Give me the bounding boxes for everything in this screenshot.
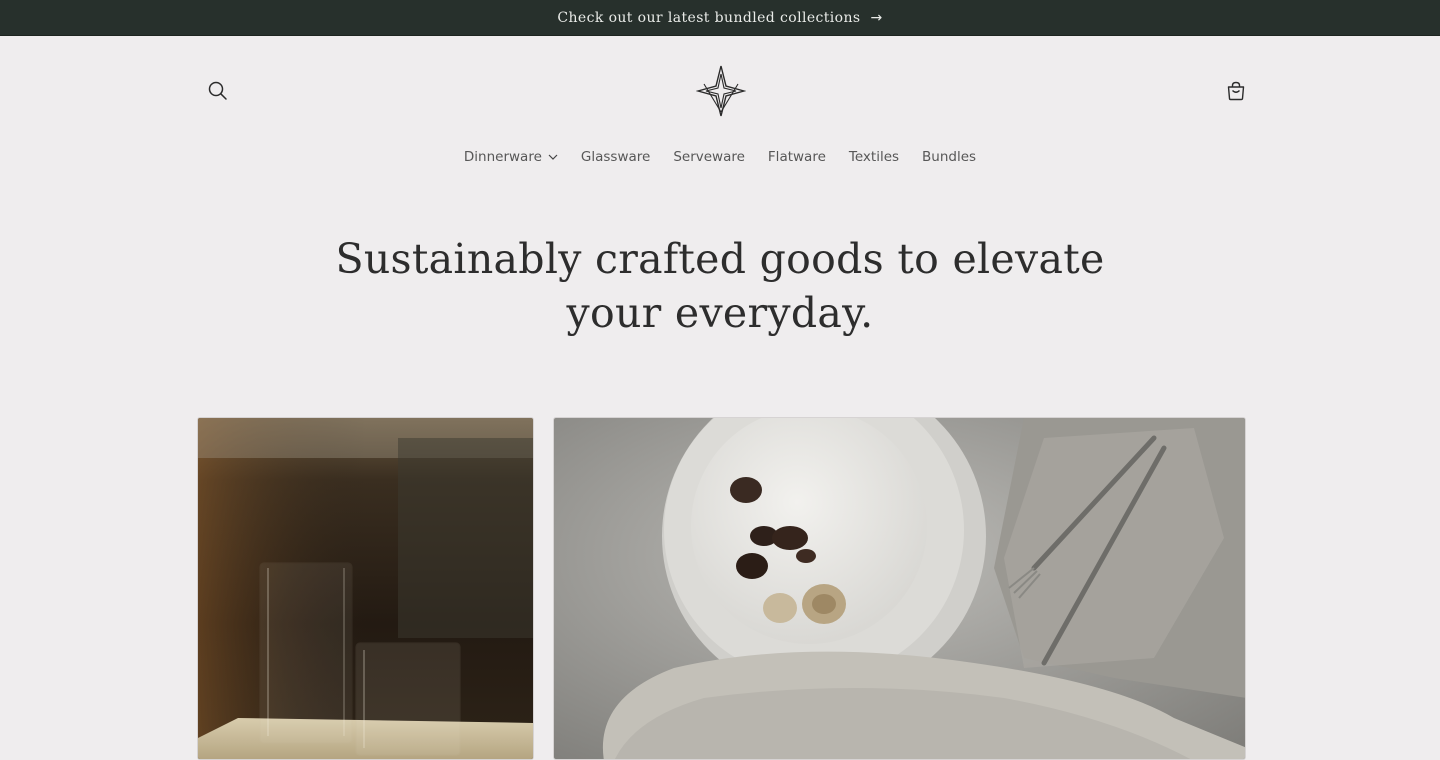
star-logo-icon	[696, 65, 746, 117]
announcement-text: Check out our latest bundled collections	[557, 9, 861, 26]
nav-item-label: Textiles	[848, 149, 900, 165]
chevron-down-icon	[548, 154, 558, 160]
hero-line-2: your everyday.	[566, 289, 874, 337]
nav-item-dinnerware[interactable]: Dinnerware	[452, 149, 569, 165]
search-button[interactable]	[203, 76, 233, 106]
nav-item-label: Dinnerware	[463, 149, 542, 165]
plate-with-mushrooms-photo	[554, 418, 1245, 759]
nav-item-flatware[interactable]: Flatware	[756, 149, 837, 165]
glassware-image[interactable]	[197, 417, 534, 760]
nav-item-textiles[interactable]: Textiles	[837, 149, 910, 165]
main-navigation: Dinnerware Glassware Serveware Flatware …	[0, 144, 1440, 170]
cart-button[interactable]	[1221, 76, 1251, 106]
announcement-bar: Check out our latest bundled collections…	[0, 0, 1440, 36]
nav-item-label: Glassware	[580, 149, 651, 165]
plate-image[interactable]	[553, 417, 1246, 760]
nav-item-bundles[interactable]: Bundles	[911, 149, 988, 165]
hero-heading: Sustainably crafted goods to elevate you…	[270, 232, 1170, 340]
arrow-right-icon: →	[870, 9, 883, 26]
cart-icon	[1227, 81, 1245, 101]
hero-line-1: Sustainably crafted goods to elevate	[335, 235, 1105, 283]
nav-item-label: Flatware	[767, 149, 826, 165]
glassware-photo	[198, 418, 533, 759]
brand-logo[interactable]	[696, 64, 746, 118]
nav-item-label: Serveware	[673, 149, 745, 165]
announcement-link[interactable]: Check out our latest bundled collections…	[557, 10, 882, 26]
search-icon	[208, 81, 227, 100]
nav-item-serveware[interactable]: Serveware	[662, 149, 757, 165]
nav-item-glassware[interactable]: Glassware	[569, 149, 661, 165]
nav-item-label: Bundles	[922, 149, 977, 165]
